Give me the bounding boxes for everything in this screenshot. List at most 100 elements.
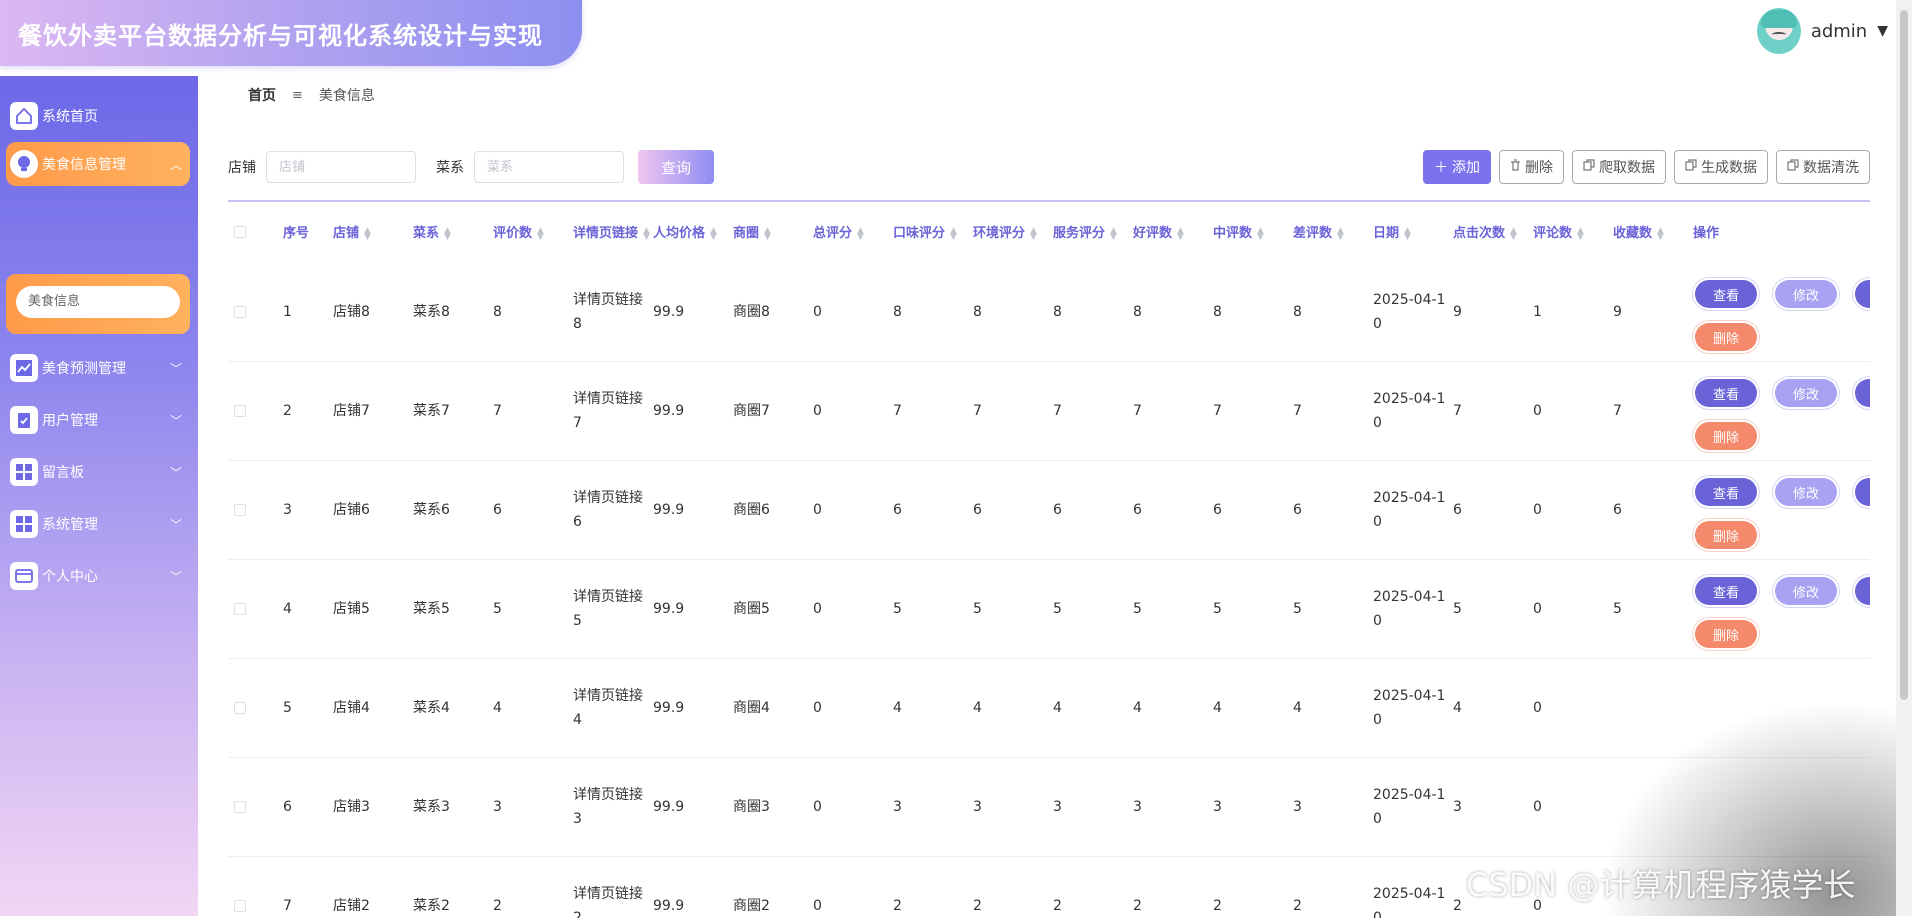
sort-icon[interactable]: ▲ ▼: [444, 226, 451, 241]
row-checkbox[interactable]: [234, 801, 246, 813]
edit-button[interactable]: 修改: [1775, 280, 1837, 308]
query-button[interactable]: 查询: [638, 150, 714, 184]
col-link-cell: 详情页链接6: [573, 490, 643, 530]
view-button-secondary[interactable]: 查看: [1855, 379, 1870, 407]
col-clicks-header[interactable]: 点击次数 ▲ ▼: [1453, 222, 1517, 241]
col-shop-header[interactable]: 店铺 ▲ ▼: [333, 222, 371, 241]
delete-row-button[interactable]: 删除: [1695, 422, 1757, 450]
row-checkbox[interactable]: [234, 306, 246, 318]
col-env-score-cell: 4: [973, 700, 982, 716]
sort-icon[interactable]: ▲ ▼: [1110, 226, 1117, 241]
col-env-score-cell: 7: [973, 403, 982, 419]
col-mid-count-cell: 2: [1213, 898, 1222, 914]
sidebar-subitem-food-info[interactable]: 美食信息: [16, 286, 180, 318]
col-cuisine-header[interactable]: 菜系 ▲ ▼: [413, 222, 451, 241]
col-comments-header[interactable]: 评论数 ▲ ▼: [1533, 222, 1584, 241]
edit-button[interactable]: 修改: [1775, 379, 1837, 407]
col-taste-score-header[interactable]: 口味评分 ▲ ▼: [893, 222, 957, 241]
row-checkbox[interactable]: [234, 900, 246, 912]
col-price-header[interactable]: 人均价格 ▲ ▼: [653, 222, 717, 241]
sidebar-item-message-board[interactable]: 留言板 ﹀: [10, 454, 190, 490]
caret-down-icon[interactable]: ▼: [1877, 23, 1888, 39]
column-header-label: 点击次数: [1453, 226, 1506, 241]
sidebar-item-food-forecast[interactable]: 美食预测管理 ﹀: [10, 350, 190, 386]
sidebar-item-personal-center[interactable]: 个人中心 ﹀: [10, 558, 190, 594]
username[interactable]: admin: [1811, 21, 1867, 42]
col-link-header[interactable]: 详情页链接 ▲ ▼: [573, 222, 650, 241]
sort-icon[interactable]: ▲ ▼: [764, 226, 771, 241]
avatar[interactable]: [1756, 8, 1801, 54]
edit-button[interactable]: 修改: [1775, 577, 1837, 605]
sort-icon[interactable]: ▲ ▼: [1030, 226, 1037, 241]
col-no-header[interactable]: 序号: [283, 222, 309, 241]
breadcrumb-home[interactable]: 首页: [248, 85, 276, 105]
view-button-secondary[interactable]: 查看: [1855, 478, 1870, 506]
col-good-count-header[interactable]: 好评数 ▲ ▼: [1133, 222, 1184, 241]
clean-data-button[interactable]: 数据清洗: [1776, 150, 1870, 184]
cuisine-search-input[interactable]: [474, 151, 624, 183]
col-area-header[interactable]: 商圈 ▲ ▼: [733, 222, 771, 241]
toolbar: ＋添加 删除 爬取数据 生成数据 数据清洗: [1423, 150, 1870, 184]
sort-icon[interactable]: ▲ ▼: [643, 226, 650, 241]
generate-data-button[interactable]: 生成数据: [1674, 150, 1768, 184]
edit-button[interactable]: 修改: [1775, 478, 1837, 506]
sort-icon[interactable]: ▲ ▼: [1510, 226, 1517, 241]
sidebar-item-food-info-management[interactable]: 美食信息管理 ︿: [6, 142, 190, 186]
col-service-score-cell: 2: [1053, 898, 1062, 914]
sidebar-item-user-management[interactable]: 用户管理 ﹀: [10, 402, 190, 438]
sort-icon[interactable]: ▲ ▼: [1257, 226, 1264, 241]
sort-icon[interactable]: ▲ ▼: [1577, 226, 1584, 241]
sort-icon[interactable]: ▲ ▼: [1404, 226, 1411, 241]
sort-icon[interactable]: ▲ ▼: [537, 226, 544, 241]
sort-icon[interactable]: ▲ ▼: [710, 226, 717, 241]
col-shop-cell: 店铺8: [333, 304, 370, 320]
sort-icon[interactable]: ▲ ▼: [857, 226, 864, 241]
page-scrollbar[interactable]: [1896, 0, 1912, 916]
crawl-data-button[interactable]: 爬取数据: [1572, 150, 1666, 184]
add-button[interactable]: ＋添加: [1423, 150, 1491, 184]
view-button-secondary[interactable]: 查看: [1855, 577, 1870, 605]
select-all-checkbox[interactable]: [234, 226, 246, 238]
col-mid-count-header[interactable]: 中评数 ▲ ▼: [1213, 222, 1264, 241]
col-service-score-cell: 8: [1053, 304, 1062, 320]
view-button[interactable]: 查看: [1695, 577, 1757, 605]
col-total-score-cell: 0: [813, 700, 822, 716]
col-date-header[interactable]: 日期 ▲ ▼: [1373, 222, 1411, 241]
col-service-score-header[interactable]: 服务评分 ▲ ▼: [1053, 222, 1117, 241]
sort-icon[interactable]: ▲ ▼: [1177, 226, 1184, 241]
row-checkbox[interactable]: [234, 702, 246, 714]
delete-row-button[interactable]: 删除: [1695, 323, 1757, 351]
col-shop-cell: 店铺7: [333, 403, 370, 419]
col-mid-count-cell: 6: [1213, 502, 1222, 518]
sidebar-item-system-management[interactable]: 系统管理 ﹀: [10, 506, 190, 542]
row-checkbox[interactable]: [234, 504, 246, 516]
shop-search-input[interactable]: [266, 151, 416, 183]
row-checkbox[interactable]: [234, 603, 246, 615]
col-good-count-cell: 2: [1133, 898, 1142, 914]
view-button[interactable]: 查看: [1695, 379, 1757, 407]
col-favorites-cell: 6: [1613, 502, 1622, 518]
view-button-secondary[interactable]: 查看: [1855, 280, 1870, 308]
column-header-label: 菜系: [413, 226, 440, 241]
delete-button[interactable]: 删除: [1499, 150, 1564, 184]
col-reviews-header[interactable]: 评价数 ▲ ▼: [493, 222, 544, 241]
col-taste-score-cell: 3: [893, 799, 902, 815]
sidebar-item-home[interactable]: 系统首页: [10, 98, 190, 134]
sort-icon[interactable]: ▲ ▼: [1337, 226, 1344, 241]
col-env-score-header[interactable]: 环境评分 ▲ ▼: [973, 222, 1037, 241]
delete-row-button[interactable]: 删除: [1695, 521, 1757, 549]
col-favorites-header[interactable]: 收藏数 ▲ ▼: [1613, 222, 1664, 241]
scrollbar-thumb[interactable]: [1900, 10, 1908, 700]
col-date-cell: 2025-04-10: [1373, 886, 1446, 918]
view-button[interactable]: 查看: [1695, 478, 1757, 506]
sort-icon[interactable]: ▲ ▼: [950, 226, 957, 241]
sort-icon[interactable]: ▲ ▼: [1657, 226, 1664, 241]
row-checkbox[interactable]: [234, 405, 246, 417]
sort-icon[interactable]: ▲ ▼: [364, 226, 371, 241]
col-bad-count-header[interactable]: 差评数 ▲ ▼: [1293, 222, 1344, 241]
delete-row-button[interactable]: 删除: [1695, 620, 1757, 648]
user-menu[interactable]: admin ▼: [1756, 8, 1888, 54]
col-total-score-header[interactable]: 总评分 ▲ ▼: [813, 222, 864, 241]
col-mid-count-cell: 8: [1213, 304, 1222, 320]
view-button[interactable]: 查看: [1695, 280, 1757, 308]
